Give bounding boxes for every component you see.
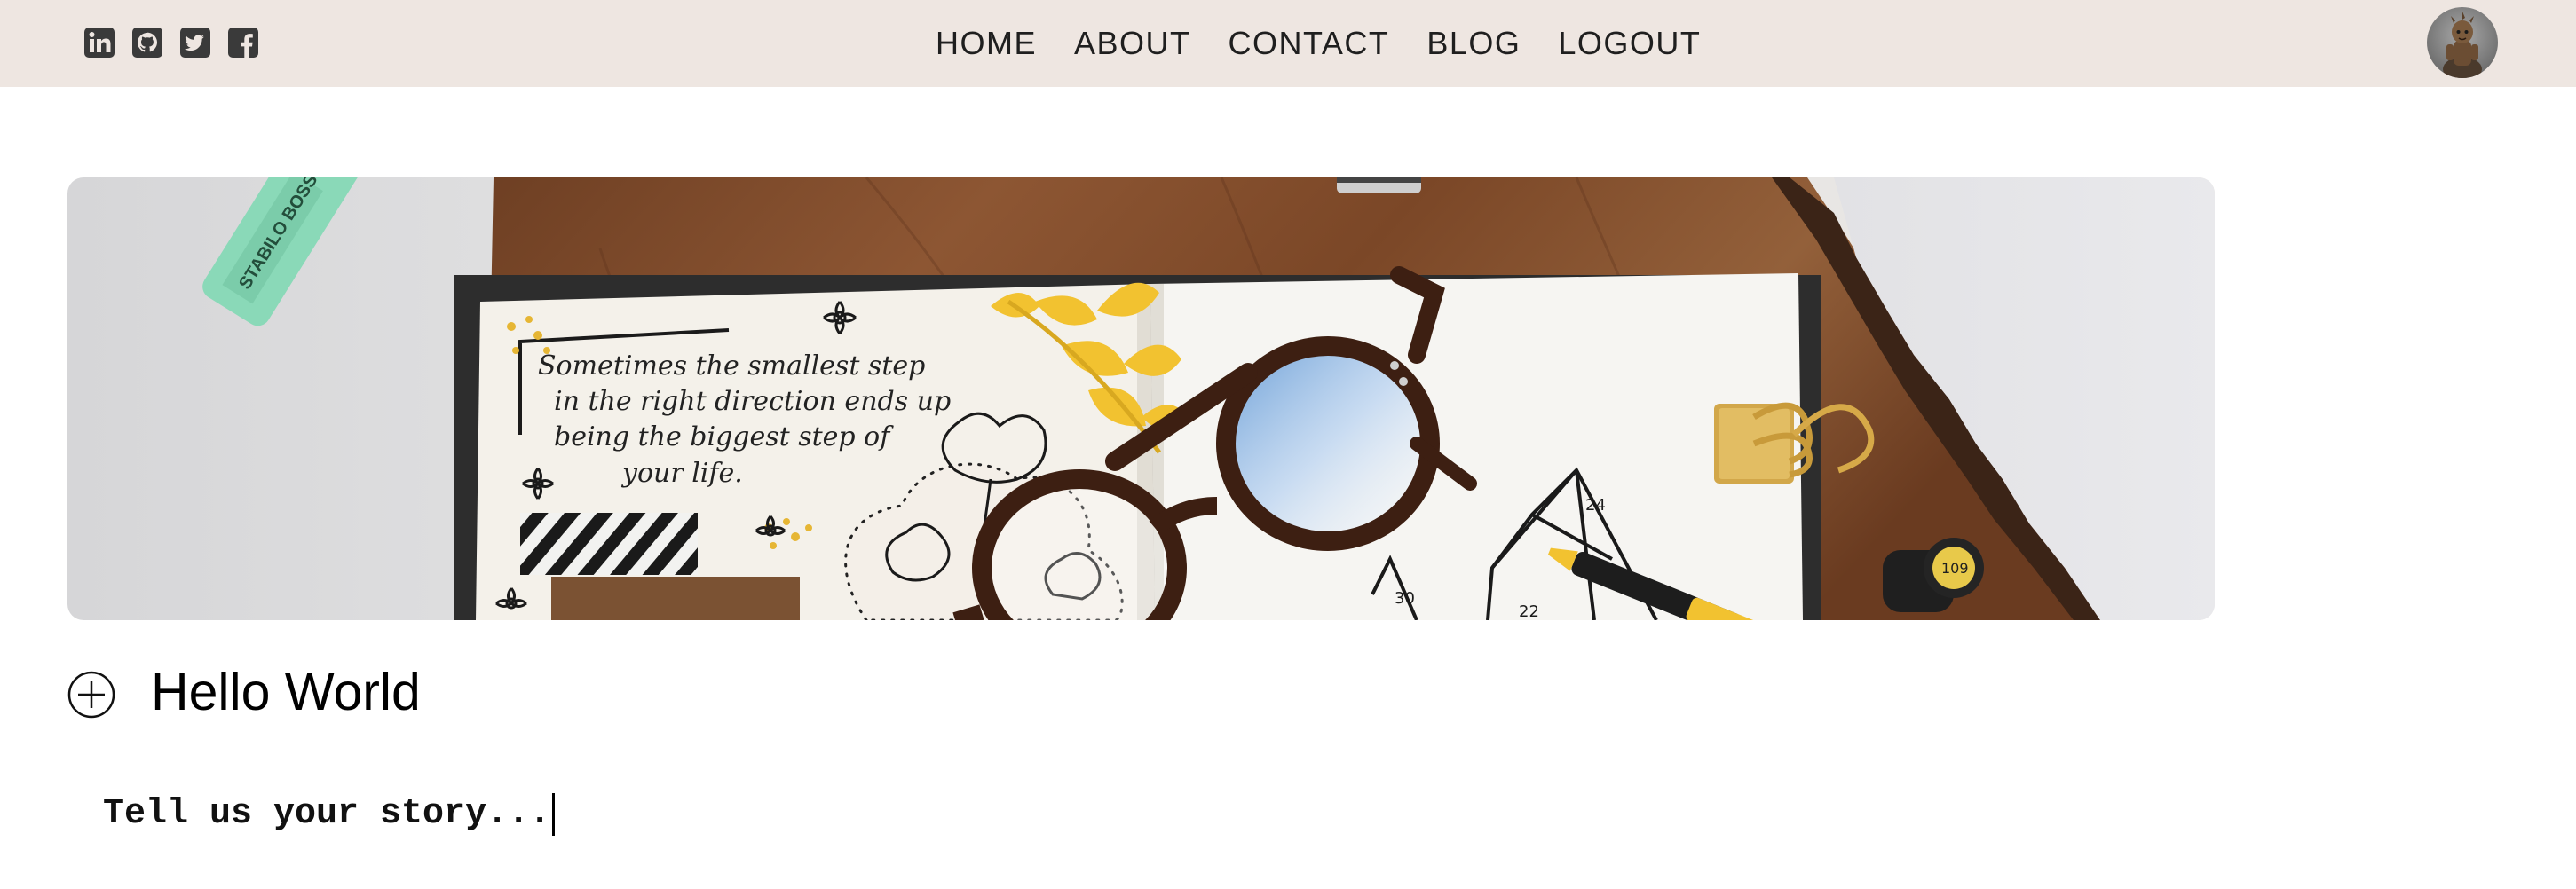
quote-line-4: your life. <box>620 458 743 489</box>
story-editor[interactable]: Tell us your story... <box>103 788 556 841</box>
quote-line-2: in the right direction ends up <box>554 386 951 417</box>
nav-contact[interactable]: CONTACT <box>1229 21 1390 66</box>
twitter-icon[interactable] <box>179 27 211 59</box>
nav-logout[interactable]: LOGOUT <box>1558 21 1701 66</box>
github-icon[interactable] <box>131 27 163 59</box>
social-links <box>83 27 259 59</box>
quote-line-3: being the biggest step of <box>554 421 894 452</box>
nav-home[interactable]: HOME <box>936 21 1037 66</box>
story-placeholder[interactable]: Tell us your story... <box>103 788 550 841</box>
post-title[interactable]: Hello World <box>151 657 421 728</box>
user-avatar[interactable] <box>2427 7 2498 78</box>
main-nav: HOME ABOUT CONTACT BLOG LOGOUT <box>936 21 1701 66</box>
triangle-number-2: 30 <box>1395 589 1415 608</box>
quote-line-1: Sometimes the smallest step <box>538 350 925 382</box>
text-caret <box>552 793 556 836</box>
triangle-number-3: 22 <box>1519 602 1539 620</box>
nav-about[interactable]: ABOUT <box>1074 21 1191 66</box>
bottle-label: 109 <box>1941 560 1969 577</box>
navbar: HOME ABOUT CONTACT BLOG LOGOUT <box>0 0 2576 87</box>
plus-circle-icon[interactable] <box>67 671 115 719</box>
triangle-number-1: 24 <box>1585 496 1606 515</box>
linkedin-icon[interactable] <box>83 27 115 59</box>
facebook-icon[interactable] <box>227 27 259 59</box>
nav-blog[interactable]: BLOG <box>1426 21 1521 66</box>
hero-image: STABILO BOSS Sometimes the smallest step… <box>67 177 2215 620</box>
